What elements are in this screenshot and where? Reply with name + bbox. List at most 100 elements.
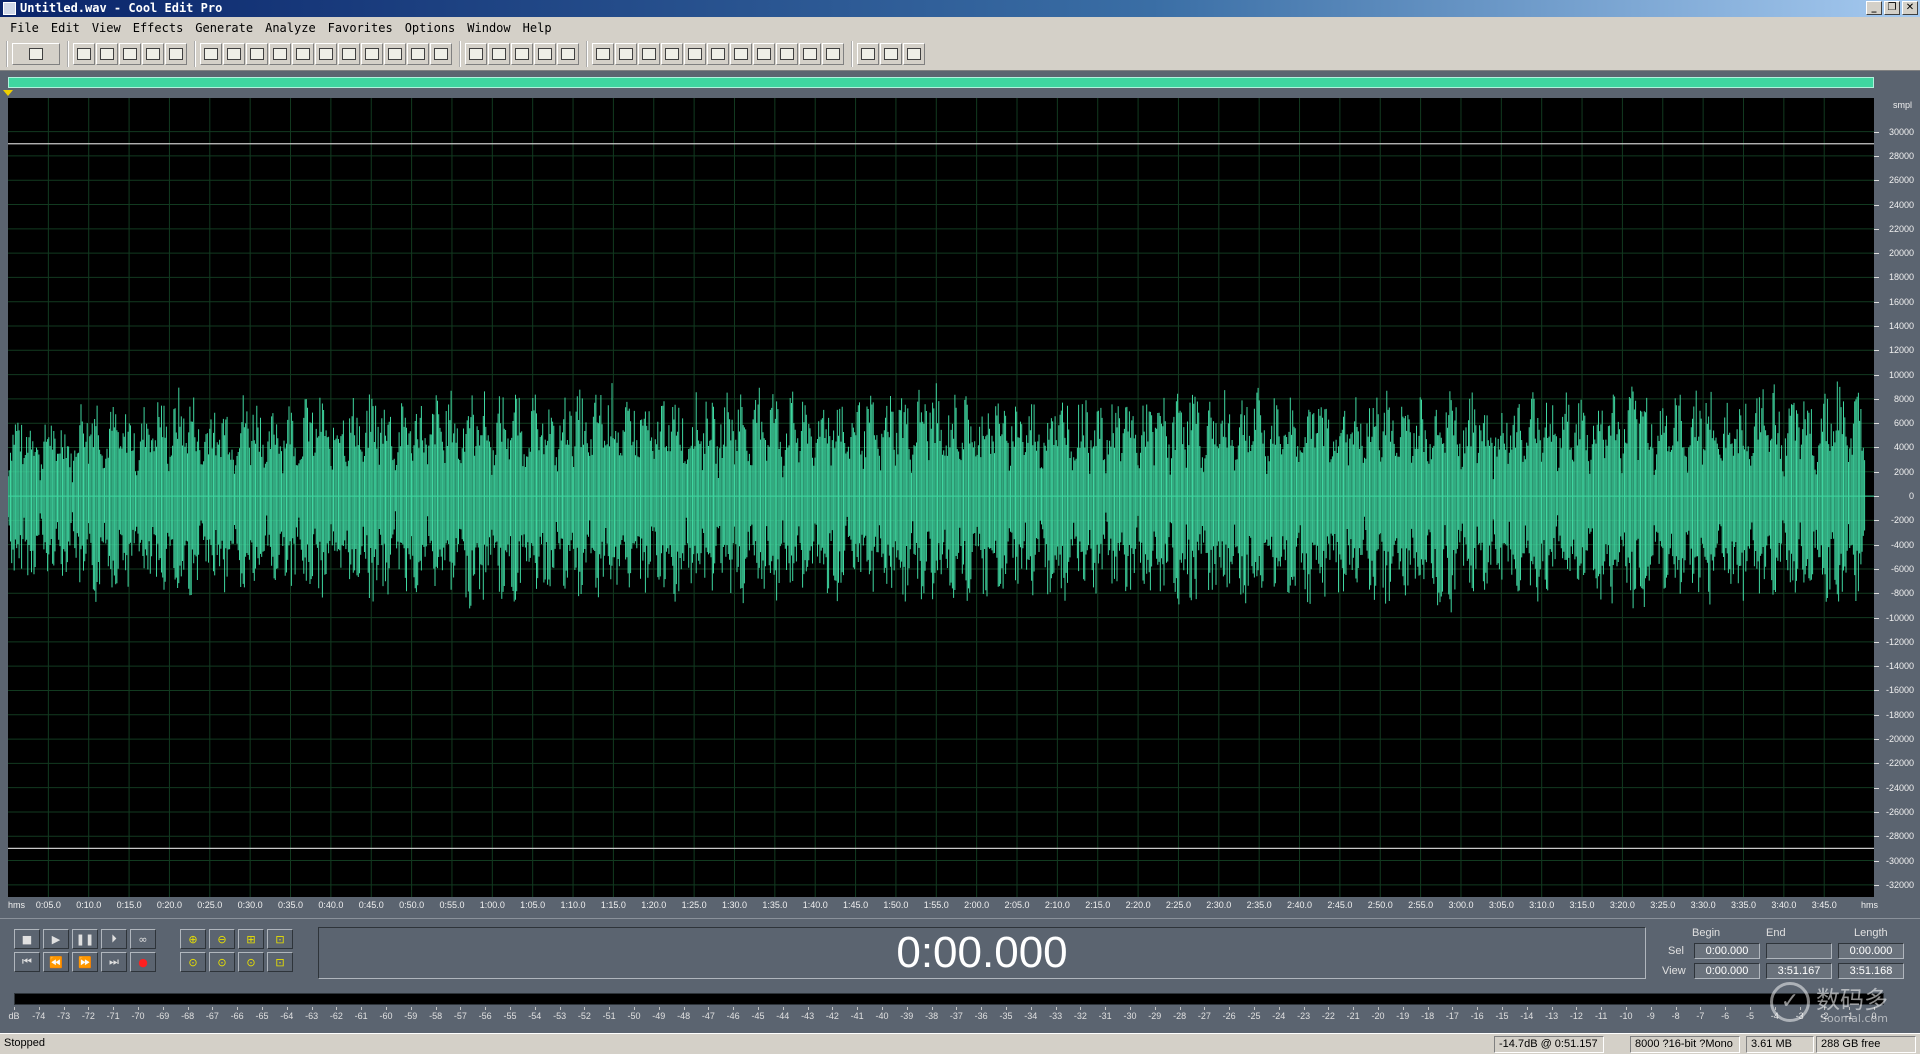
- restore-button[interactable]: ❐: [1884, 1, 1900, 15]
- time-display-button[interactable]: [707, 43, 729, 65]
- pause-button[interactable]: ❚❚: [72, 929, 98, 949]
- tools-button[interactable]: [857, 43, 879, 65]
- properties-button[interactable]: [880, 43, 902, 65]
- menu-analyze[interactable]: Analyze: [259, 21, 322, 35]
- zoom-out-vertical-button[interactable]: ⊡: [267, 952, 293, 972]
- rewind-button[interactable]: ⏪: [43, 952, 69, 972]
- repeat-last-button[interactable]: [246, 43, 268, 65]
- menu-window[interactable]: Window: [461, 21, 516, 35]
- save-all-button[interactable]: [142, 43, 164, 65]
- waveform-canvas[interactable]: [8, 98, 1874, 897]
- paste-button[interactable]: [361, 43, 383, 65]
- zoom-out-button[interactable]: ⊞: [238, 929, 264, 949]
- menu-options[interactable]: Options: [399, 21, 462, 35]
- menu-view[interactable]: View: [86, 21, 127, 35]
- level-meter-label: -31: [1098, 1011, 1112, 1021]
- zoom-to-left-button[interactable]: ⊙: [180, 952, 206, 972]
- properties-icon: [884, 48, 898, 60]
- zoom-to-selection-button[interactable]: ⊙: [238, 952, 264, 972]
- level-meter-button[interactable]: [730, 43, 752, 65]
- waveform-button[interactable]: [488, 43, 510, 65]
- record-button[interactable]: ●: [130, 952, 156, 972]
- settings-button[interactable]: [776, 43, 798, 65]
- close-button[interactable]: [165, 43, 187, 65]
- waveform-display[interactable]: [8, 98, 1874, 897]
- open-file-button[interactable]: [96, 43, 118, 65]
- play-button[interactable]: ▶: [43, 929, 69, 949]
- menu-file[interactable]: File: [4, 21, 45, 35]
- spectral-phase-button[interactable]: [557, 43, 579, 65]
- zoom-in-vertical-button[interactable]: ⊡: [267, 929, 293, 949]
- app-icon[interactable]: [3, 2, 16, 15]
- menu-help[interactable]: Help: [517, 21, 558, 35]
- save-button[interactable]: [119, 43, 141, 65]
- multitrack-toggle-button[interactable]: [12, 43, 60, 65]
- title-bar[interactable]: Untitled.wav - Cool Edit Pro _ ❐ ✕: [0, 0, 1920, 17]
- help-button[interactable]: [822, 43, 844, 65]
- play-to-end-button[interactable]: ⏵: [101, 929, 127, 949]
- frequency-analysis-button[interactable]: [684, 43, 706, 65]
- spectral-pan-button[interactable]: [534, 43, 556, 65]
- view-length-field[interactable]: 3:51.168: [1838, 963, 1904, 979]
- preview-button[interactable]: [661, 43, 683, 65]
- level-meter-label: -63: [305, 1011, 319, 1021]
- play-list-button[interactable]: [615, 43, 637, 65]
- mix-paste-button[interactable]: [384, 43, 406, 65]
- zoom-out-full-button[interactable]: ⊖: [209, 929, 235, 949]
- menu-edit[interactable]: Edit: [45, 21, 86, 35]
- level-meter-label: -6: [1721, 1011, 1730, 1021]
- toolbar-group: [586, 41, 845, 67]
- go-to-start-button[interactable]: ⏮: [14, 952, 40, 972]
- envelope-button[interactable]: [465, 43, 487, 65]
- amplitude-tick: [1874, 714, 1879, 716]
- menu-effects[interactable]: Effects: [127, 21, 190, 35]
- view-begin-field[interactable]: 0:00.000: [1694, 963, 1760, 979]
- paste-new-button[interactable]: [292, 43, 314, 65]
- sel-begin-field[interactable]: 0:00.000: [1694, 943, 1760, 959]
- context-help-button[interactable]: [903, 43, 925, 65]
- zoom-to-right-button[interactable]: ⊙: [209, 952, 235, 972]
- snap-button[interactable]: [753, 43, 775, 65]
- spectral-view-button[interactable]: [511, 43, 533, 65]
- new-file-button[interactable]: [73, 43, 95, 65]
- menu-favorites[interactable]: Favorites: [322, 21, 399, 35]
- go-to-end-button[interactable]: ⏭: [101, 952, 127, 972]
- close-button[interactable]: ✕: [1902, 1, 1918, 15]
- amplitude-tick-label: -26000: [1885, 806, 1914, 817]
- redo-button[interactable]: [223, 43, 245, 65]
- undo-button[interactable]: [200, 43, 222, 65]
- level-meter-label: -69: [156, 1011, 170, 1021]
- loop-button[interactable]: ∞: [130, 929, 156, 949]
- scripts-button[interactable]: [799, 43, 821, 65]
- amplitude-unit: smpl: [1892, 100, 1912, 110]
- amplitude-tick: [1874, 860, 1879, 862]
- minimize-button[interactable]: _: [1866, 1, 1882, 15]
- view-end-field[interactable]: 3:51.167: [1766, 963, 1832, 979]
- overview-range-bar[interactable]: [8, 77, 1874, 88]
- toolbar-group: [67, 41, 188, 67]
- cue-list-button[interactable]: [592, 43, 614, 65]
- copy-new-button[interactable]: [269, 43, 291, 65]
- level-meter-tick: [857, 1007, 859, 1010]
- trim-button[interactable]: [407, 43, 429, 65]
- zoom-in-full-button[interactable]: ⊕: [180, 929, 206, 949]
- ripple-delete-button[interactable]: [430, 43, 452, 65]
- amplitude-tick-label: 16000: [1888, 296, 1914, 307]
- fast-forward-button[interactable]: ⏩: [72, 952, 98, 972]
- amplitude-ruler: smpl 30000 28000 26000 24000 22000 20000 18000…: [1874, 98, 1920, 897]
- playhead-marker-icon[interactable]: [3, 90, 13, 96]
- sel-end-field[interactable]: [1766, 943, 1832, 959]
- time-ruler[interactable]: hms hms 0:05.0 0:10.0 0:15.0 0:20.0 0:25.0 0:…: [8, 897, 1878, 915]
- sel-length-field[interactable]: 0:00.000: [1838, 943, 1904, 959]
- info-button[interactable]: [638, 43, 660, 65]
- current-time: 0:00.000: [896, 928, 1068, 977]
- amplitude-tick-label: -28000: [1885, 831, 1914, 842]
- menu-generate[interactable]: Generate: [189, 21, 259, 35]
- waveform-overview[interactable]: [0, 72, 1920, 96]
- copy-button[interactable]: [338, 43, 360, 65]
- stop-button[interactable]: ■: [14, 929, 40, 949]
- level-meter-tick: [386, 1007, 387, 1010]
- level-meter-tick: [63, 1007, 65, 1010]
- cut-button[interactable]: [315, 43, 337, 65]
- level-meter-label: -30: [1123, 1011, 1137, 1021]
